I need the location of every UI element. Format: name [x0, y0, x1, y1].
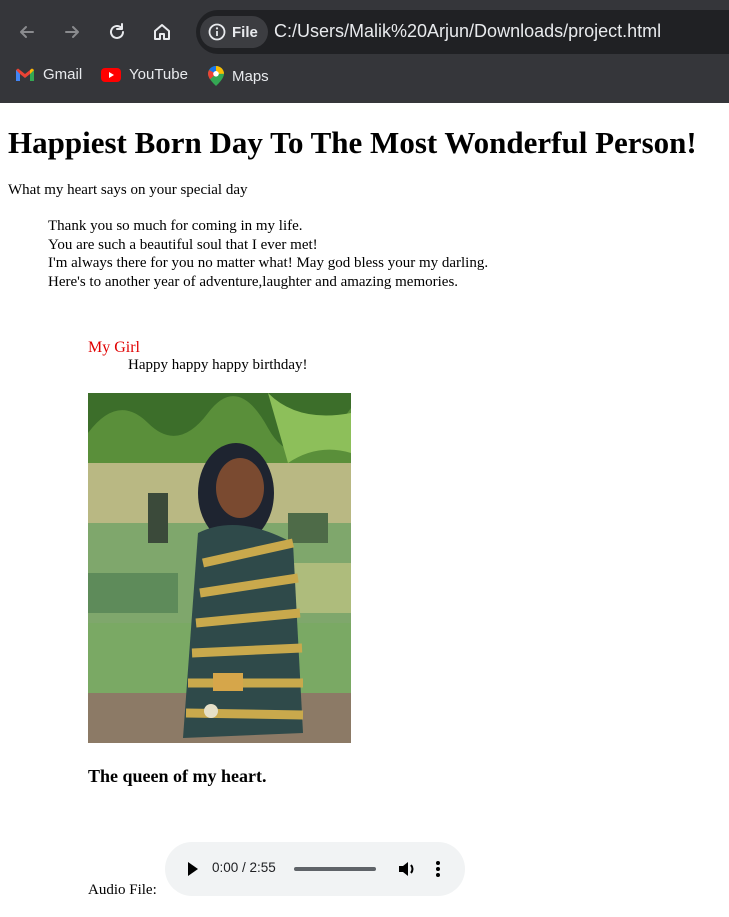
- bookmark-maps[interactable]: Maps: [208, 66, 269, 86]
- message-line: Thank you so much for coming in my life.: [48, 218, 303, 234]
- arrow-left-icon: [20, 26, 34, 38]
- back-button[interactable]: [11, 16, 43, 48]
- bookmark-gmail[interactable]: Gmail: [15, 66, 82, 83]
- arrow-right-icon: [65, 26, 79, 38]
- home-button[interactable]: [146, 16, 178, 48]
- birthday-message: Thank you so much for coming in my life.…: [48, 217, 488, 291]
- more-options-icon[interactable]: [435, 859, 441, 879]
- birthday-line: Happy happy happy birthday!: [128, 357, 308, 373]
- gmail-icon: [16, 68, 34, 81]
- address-bar[interactable]: File C:/Users/Malik%20Arjun/Downloads/pr…: [196, 10, 729, 54]
- bookmark-label: Gmail: [43, 66, 83, 83]
- audio-time: 0:00 / 2:55: [212, 860, 276, 875]
- bookmark-label: YouTube: [129, 66, 188, 83]
- play-icon[interactable]: [185, 860, 199, 878]
- info-icon: [208, 23, 226, 41]
- home-icon: [154, 24, 170, 40]
- reload-button[interactable]: [101, 16, 133, 48]
- page-title: Happiest Born Day To The Most Wonderful …: [8, 125, 697, 160]
- audio-progress-track[interactable]: [294, 867, 376, 871]
- my-girl-label: My Girl: [88, 339, 140, 356]
- youtube-icon: [101, 67, 121, 82]
- browser-toolbar: File C:/Users/Malik%20Arjun/Downloads/pr…: [0, 0, 729, 103]
- message-line: Here's to another year of adventure,laug…: [48, 273, 459, 290]
- maps-icon: [208, 66, 224, 86]
- audio-label: Audio File:: [88, 882, 157, 898]
- forward-button[interactable]: [56, 16, 88, 48]
- audio-player[interactable]: 0:00 / 2:55: [165, 842, 465, 896]
- url-text[interactable]: C:/Users/Malik%20Arjun/Downloads/project…: [274, 21, 661, 42]
- volume-icon[interactable]: [397, 859, 417, 879]
- page-content: Happiest Born Day To The Most Wonderful …: [0, 103, 729, 917]
- site-info-button[interactable]: File: [200, 16, 268, 48]
- photo-caption: The queen of my heart.: [88, 766, 267, 786]
- portrait-photo: [88, 393, 351, 743]
- bookmarks-bar: Gmail YouTube Maps: [0, 62, 729, 94]
- bookmark-label: Maps: [232, 67, 269, 85]
- reload-icon: [110, 23, 124, 39]
- site-info-label: File: [232, 23, 258, 41]
- message-line: I'm always there for you no matter what!…: [48, 255, 489, 271]
- message-line: You are such a beautiful soul that I eve…: [48, 236, 318, 253]
- bookmark-youtube[interactable]: YouTube: [101, 66, 188, 83]
- page-subtitle: What my heart says on your special day: [8, 182, 248, 198]
- portrait-photo-image: [88, 393, 351, 743]
